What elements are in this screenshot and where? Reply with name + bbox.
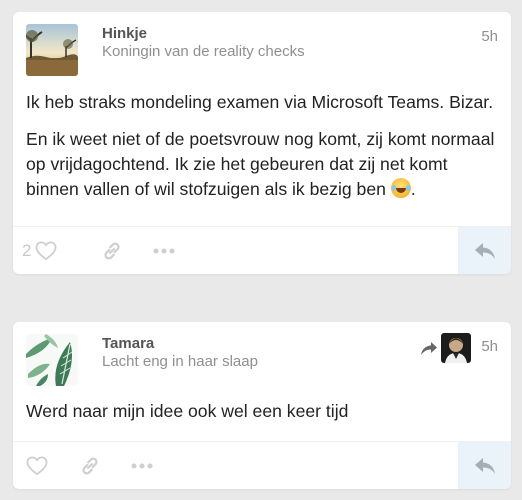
like-button[interactable]: 2 [22, 240, 57, 262]
post-paragraph: Werd naar mijn idee ook wel een keer tij… [26, 401, 349, 421]
post-time[interactable]: 5h [481, 28, 498, 45]
username[interactable]: Tamara [102, 335, 154, 352]
share-link-button[interactable] [79, 455, 101, 477]
reply-button[interactable] [458, 227, 511, 274]
like-count: 2 [22, 241, 32, 260]
link-icon [82, 457, 98, 475]
like-button[interactable] [26, 455, 48, 477]
reply-icon [474, 458, 495, 474]
heart-icon [26, 456, 48, 476]
post-actions [13, 441, 511, 489]
avatar[interactable] [26, 24, 78, 76]
joy-emoji-icon [390, 178, 411, 198]
post-body: Ik heb straks mondeling examen via Micro… [26, 90, 499, 214]
reply-to-avatar[interactable] [441, 333, 471, 363]
reply-button[interactable] [458, 442, 511, 489]
post-paragraph: En ik weet niet of de poetsvrouw nog kom… [26, 129, 495, 199]
link-icon [104, 242, 120, 260]
user-title: Koningin van de reality checks [102, 43, 305, 60]
post-card: Hinkje Koningin van de reality checks 5h… [13, 12, 511, 274]
more-button[interactable] [153, 240, 175, 262]
post-time[interactable]: 5h [481, 338, 498, 355]
share-arrow-icon [421, 341, 437, 355]
username[interactable]: Hinkje [102, 25, 147, 42]
post-card: Tamara Lacht eng in haar slaap 5h Werd n… [13, 322, 511, 489]
avatar[interactable] [26, 334, 78, 386]
more-icon [153, 248, 175, 254]
reply-icon [474, 243, 495, 259]
reply-to[interactable] [421, 333, 471, 363]
user-title: Lacht eng in haar slaap [102, 353, 258, 370]
more-button[interactable] [131, 455, 153, 477]
heart-icon [36, 241, 57, 261]
share-link-button[interactable] [101, 240, 123, 262]
post-actions: 2 [13, 226, 511, 274]
post-paragraph: Ik heb straks mondeling examen via Micro… [26, 92, 494, 112]
post-body: Werd naar mijn idee ook wel een keer tij… [26, 399, 499, 436]
more-icon [131, 463, 153, 469]
